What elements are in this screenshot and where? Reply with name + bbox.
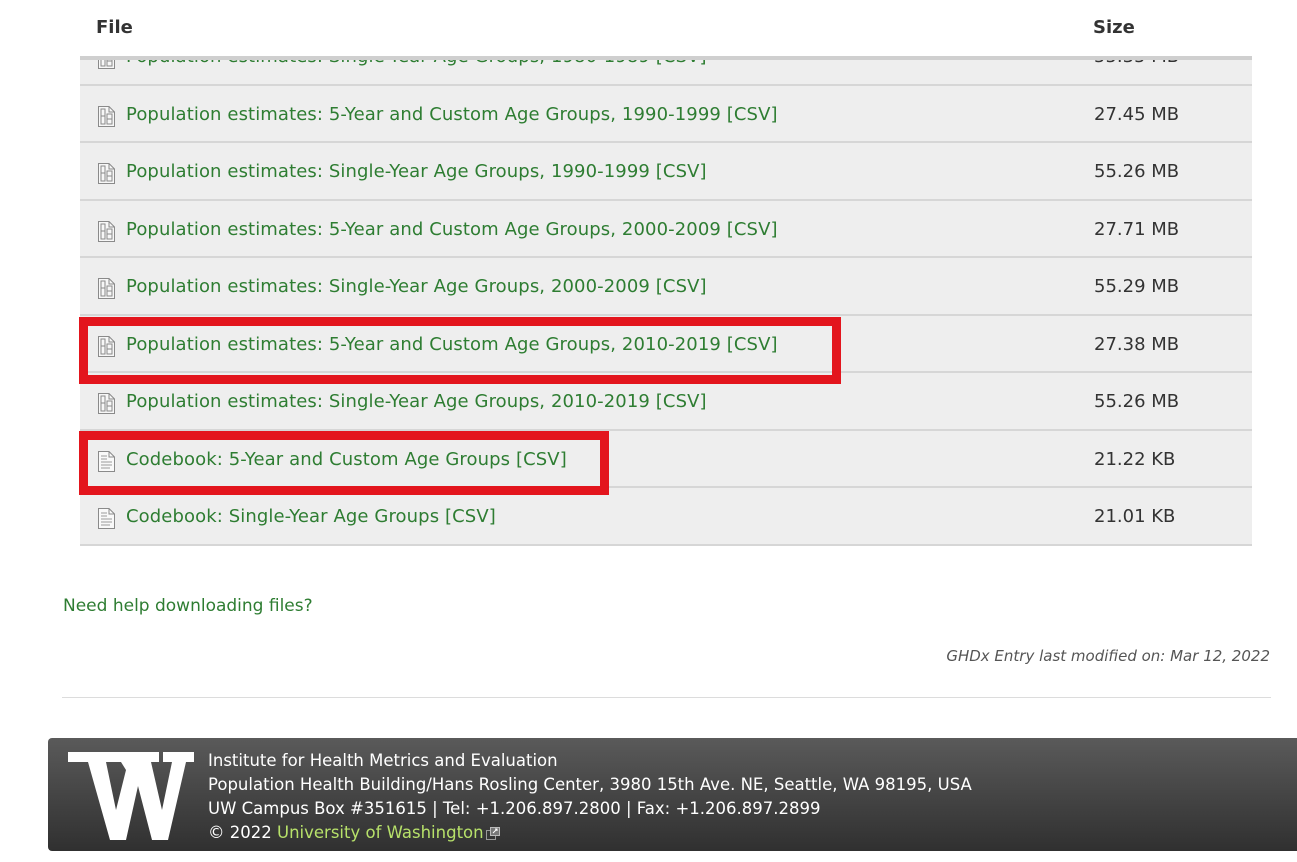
table-row: Population estimates: Single-Year Age Gr… [80, 258, 1252, 316]
file-column-header: File [96, 17, 133, 38]
file-size: 55.26 MB [1094, 161, 1180, 182]
spreadsheet-file-icon [97, 162, 116, 185]
help-downloading-link[interactable]: Need help downloading files? [63, 596, 313, 616]
file-table-body[interactable]: Population estimates: Single-Year Age Gr… [80, 56, 1252, 549]
spreadsheet-file-icon [97, 335, 116, 358]
footer-address: Population Health Building/Hans Rosling … [208, 775, 972, 794]
file-size: 27.45 MB [1094, 103, 1180, 125]
file-size: 27.71 MB [1094, 218, 1180, 240]
document-file-icon [97, 507, 116, 530]
table-row: Population estimates: 5-Year and Custom … [80, 315, 1252, 373]
file-download-link[interactable]: Population estimates: Single-Year Age Gr… [126, 391, 707, 412]
file-download-link[interactable]: Population estimates: Single-Year Age Gr… [126, 60, 707, 67]
last-modified-text: GHDx Entry last modified on: Mar 12, 202… [946, 647, 1270, 665]
file-download-link[interactable]: Codebook: 5-Year and Custom Age Groups [… [126, 449, 567, 470]
spreadsheet-file-icon [97, 277, 116, 300]
file-download-link[interactable]: Codebook: Single-Year Age Groups [CSV] [126, 506, 496, 527]
table-row: Population estimates: 5-Year and Custom … [80, 85, 1252, 143]
table-row: Codebook: Single-Year Age Groups [CSV] 21… [80, 488, 1252, 546]
spreadsheet-file-icon [97, 105, 116, 128]
file-download-link[interactable]: Population estimates: 5-Year and Custom … [126, 219, 778, 240]
footer-contact-info: Institute for Health Metrics and Evaluat… [208, 749, 972, 845]
file-size: 55.29 MB [1094, 276, 1180, 297]
file-download-link[interactable]: Population estimates: 5-Year and Custom … [126, 334, 778, 355]
file-list: Population estimates: Single-Year Age Gr… [80, 56, 1252, 546]
file-download-link[interactable]: Population estimates: Single-Year Age Gr… [126, 276, 707, 297]
uw-link[interactable]: University of Washington [277, 823, 484, 842]
table-row: Population estimates: Single-Year Age Gr… [80, 143, 1252, 201]
spreadsheet-file-icon [97, 60, 116, 70]
footer-copyright-line: © 2022 University of Washington [208, 821, 972, 845]
footer-institute-name: Institute for Health Metrics and Evaluat… [208, 751, 558, 770]
footer-phone-fax: UW Campus Box #351615 | Tel: +1.206.897.… [208, 799, 821, 818]
file-download-link[interactable]: Population estimates: 5-Year and Custom … [126, 104, 778, 125]
table-header: File Size [80, 0, 1252, 56]
site-footer: Institute for Health Metrics and Evaluat… [48, 738, 1297, 851]
file-download-link[interactable]: Population estimates: Single-Year Age Gr… [126, 161, 707, 182]
table-row: Codebook: 5-Year and Custom Age Groups [… [80, 430, 1252, 488]
spreadsheet-file-icon [97, 220, 116, 243]
table-row: Population estimates: Single-Year Age Gr… [80, 373, 1252, 431]
external-link-icon [485, 827, 500, 840]
divider [62, 697, 1271, 698]
file-size: 27.38 MB [1094, 333, 1180, 355]
document-file-icon [97, 450, 116, 473]
uw-w-logo[interactable] [68, 752, 194, 840]
size-column-header: Size [1093, 17, 1135, 38]
file-size: 55.35 MB [1094, 56, 1180, 67]
footer-copyright: © 2022 [208, 823, 272, 842]
file-size: 21.22 KB [1094, 448, 1176, 470]
spreadsheet-file-icon [97, 392, 116, 415]
table-row: Population estimates: Single-Year Age Gr… [80, 56, 1252, 86]
file-size: 21.01 KB [1094, 506, 1176, 527]
file-size: 55.26 MB [1094, 391, 1180, 412]
table-row: Population estimates: 5-Year and Custom … [80, 200, 1252, 258]
